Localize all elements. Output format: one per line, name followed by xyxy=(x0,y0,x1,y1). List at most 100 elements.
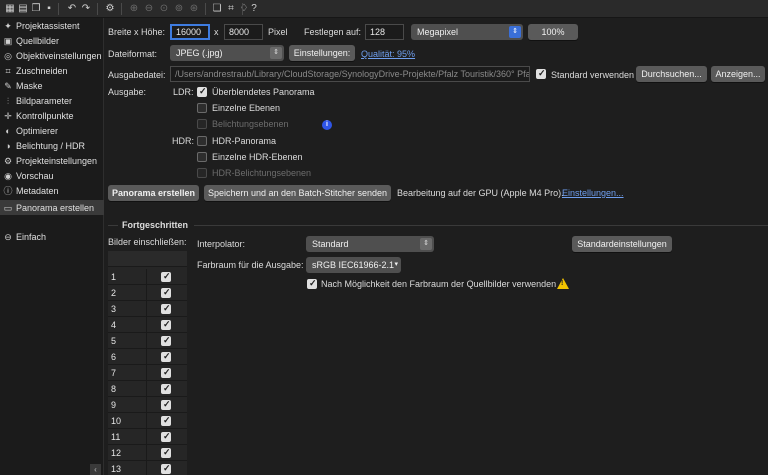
mode-toggle-einfach[interactable]: ⊖ Einfach xyxy=(0,229,104,244)
include-cell xyxy=(146,429,187,445)
include-cell xyxy=(146,445,187,461)
fix-value-input[interactable]: 128 xyxy=(365,24,404,40)
undo-icon[interactable]: ↶ xyxy=(66,3,78,15)
table-row[interactable]: 2 xyxy=(108,285,187,301)
chevron-updown-icon: ⇕ xyxy=(420,238,432,250)
zoom-100-icon[interactable]: ⊚ xyxy=(173,3,185,15)
sidebar-item-zuschneiden[interactable]: ⌗ Zuschneiden xyxy=(0,63,104,78)
toolbar: ▦ ▤ ❐ ▪ ↶ ↷ ⚙ ⊕ ⊖ ⊙ ⊚ ⊛ ❏ ⌗ ♢ ? xyxy=(0,0,768,18)
include-checkbox[interactable] xyxy=(161,351,171,362)
crop-icon[interactable]: ⌗ xyxy=(225,3,237,15)
sidebar-item-label: Objektiveinstellungen xyxy=(16,50,102,61)
table-row[interactable]: 8 xyxy=(108,381,187,397)
hdr-panorama-label: HDR-Panorama xyxy=(212,136,277,146)
table-row[interactable]: 7 xyxy=(108,365,187,381)
sidebar-item-label: Optimierer xyxy=(16,125,59,136)
sidebar-item-projekteinstellungen[interactable]: ⚙ Projekteinstellungen xyxy=(0,153,104,168)
row-number: 7 xyxy=(111,368,117,378)
ldr-layers-checkbox[interactable] xyxy=(197,103,207,113)
sidebar-item-projektassistent[interactable]: ✦ Projektassistent xyxy=(0,18,104,33)
include-checkbox[interactable] xyxy=(161,319,171,330)
row-number: 9 xyxy=(111,400,117,410)
table-row[interactable]: 1 xyxy=(108,269,187,285)
settings-icon[interactable]: ⚙ xyxy=(104,3,116,15)
include-checkbox[interactable] xyxy=(161,271,171,282)
browse-button[interactable]: Durchsuchen... xyxy=(636,66,707,82)
include-checkbox[interactable] xyxy=(161,447,171,458)
interpolator-select[interactable]: Standard ⇕ xyxy=(306,236,434,252)
images-icon[interactable]: ▤ xyxy=(17,3,29,15)
include-checkbox[interactable] xyxy=(161,383,171,394)
include-checkbox[interactable] xyxy=(161,431,171,442)
source-colorspace-checkbox[interactable] xyxy=(307,278,317,289)
table-row[interactable]: 6 xyxy=(108,349,187,365)
format-settings-button[interactable]: Einstellungen: xyxy=(289,45,355,61)
width-input[interactable]: 16000 xyxy=(170,24,210,40)
row-number: 4 xyxy=(111,320,117,330)
megapixel-select[interactable]: Megapixel ⇕ xyxy=(411,24,523,40)
include-checkbox[interactable] xyxy=(161,415,171,426)
include-cell xyxy=(146,381,187,397)
sidebar-item-label: Panorama erstellen xyxy=(16,202,95,213)
quality-link[interactable]: Qualität: 95% xyxy=(361,49,415,60)
sidebar-item-label: Bildparameter xyxy=(16,95,73,106)
percent-button[interactable]: 100% xyxy=(528,24,578,40)
row-number: 8 xyxy=(111,384,117,394)
sidebar-item-quellbilder[interactable]: ▣ Quellbilder xyxy=(0,33,104,48)
sidebar-item-metadaten[interactable]: ⓘ Metadaten xyxy=(0,183,104,198)
include-checkbox[interactable] xyxy=(161,303,171,314)
table-row[interactable]: 12 xyxy=(108,445,187,461)
sidebar-item-kontrollpunkte[interactable]: ✛ Kontrollpunkte xyxy=(0,108,104,123)
gpu-settings-link[interactable]: Einstellungen... xyxy=(562,188,624,199)
sidebar-item-panorama-erstellen[interactable]: ▭ Panorama erstellen xyxy=(0,200,104,215)
sidebar-item-objektiveinstellungen[interactable]: ◎ Objektiveinstellungen xyxy=(0,48,104,63)
copy-icon[interactable]: ❐ xyxy=(30,3,42,15)
table-row[interactable]: 3 xyxy=(108,301,187,317)
help-icon[interactable]: ? xyxy=(248,3,260,15)
row-number: 5 xyxy=(111,336,117,346)
include-checkbox[interactable] xyxy=(161,287,171,298)
create-panorama-button[interactable]: Panorama erstellen xyxy=(108,185,199,201)
sidebar-item-optimierer[interactable]: ◐ Optimierer xyxy=(0,123,104,138)
include-checkbox[interactable] xyxy=(161,463,171,474)
include-cell xyxy=(146,269,187,285)
batch-stitcher-button[interactable]: Speichern und an den Batch-Stitcher send… xyxy=(204,185,391,201)
zoom-in-icon[interactable]: ⊕ xyxy=(128,3,140,15)
save-icon[interactable]: ▪ xyxy=(43,3,55,15)
hdr-panorama-checkbox[interactable] xyxy=(197,136,207,146)
chevron-updown-icon: ⇕ xyxy=(270,47,282,59)
redo-icon[interactable]: ↷ xyxy=(80,3,92,15)
project-assistant-icon[interactable]: ▦ xyxy=(4,3,16,15)
section-divider xyxy=(194,225,768,226)
ldr-blended-checkbox[interactable] xyxy=(197,86,207,97)
sidebar-item-belichtung[interactable]: ◑ Belichtung / HDR xyxy=(0,138,104,153)
collapse-table-button[interactable]: ‹ xyxy=(90,464,101,475)
colorspace-select[interactable]: sRGB IEC61966-2.1 ▾ xyxy=(306,257,401,273)
defaults-button[interactable]: Standardeinstellungen xyxy=(572,236,672,252)
sidebar: ✦ Projektassistent ▣ Quellbilder ◎ Objektiv… xyxy=(0,18,104,475)
table-row[interactable]: 4 xyxy=(108,317,187,333)
sidebar-item-maske[interactable]: ✎ Maske xyxy=(0,78,104,93)
table-row[interactable]: 9 xyxy=(108,397,187,413)
include-checkbox[interactable] xyxy=(161,367,171,378)
zoom-fit-icon[interactable]: ⊙ xyxy=(158,3,170,15)
include-checkbox[interactable] xyxy=(161,335,171,346)
hdr-layers-checkbox[interactable] xyxy=(197,152,207,162)
zoom-out-icon[interactable]: ⊖ xyxy=(143,3,155,15)
sidebar-item-label: Vorschau xyxy=(16,170,54,181)
include-checkbox[interactable] xyxy=(161,399,171,410)
show-button[interactable]: Anzeigen... xyxy=(711,66,765,82)
output-path-input[interactable]: /Users/andrestraub/Library/CloudStorage/… xyxy=(170,66,530,82)
window-icon[interactable]: ❏ xyxy=(211,3,223,15)
height-input[interactable]: 8000 xyxy=(224,24,263,40)
use-default-checkbox[interactable] xyxy=(536,68,546,79)
table-row[interactable]: 11 xyxy=(108,429,187,445)
zoom-custom-icon[interactable]: ⊛ xyxy=(188,3,200,15)
table-row[interactable]: 5 xyxy=(108,333,187,349)
table-row[interactable]: 13 xyxy=(108,461,187,475)
table-row[interactable]: 10 xyxy=(108,413,187,429)
sidebar-item-bildparameter[interactable]: ⫶ Bildparameter xyxy=(0,93,104,108)
format-select[interactable]: JPEG (.jpg) ⇕ xyxy=(170,45,284,61)
info-icon[interactable]: i xyxy=(322,120,332,130)
sidebar-item-vorschau[interactable]: ◉ Vorschau xyxy=(0,168,104,183)
